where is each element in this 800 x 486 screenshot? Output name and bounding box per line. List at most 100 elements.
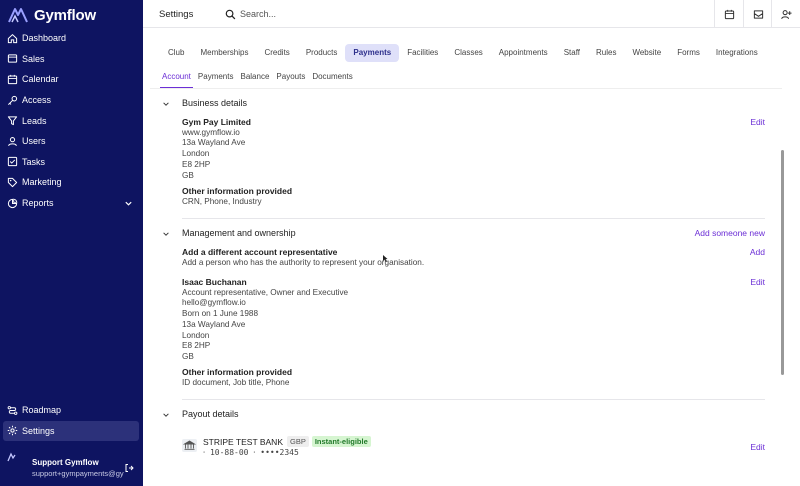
business-street: 13a Wayland Ave (182, 138, 246, 148)
person-role: Account representative, Owner and Execut… (182, 287, 349, 297)
chevron-down-icon[interactable] (162, 230, 170, 238)
edit-business-link[interactable]: Edit (750, 117, 765, 127)
home-icon (7, 33, 18, 44)
currency-badge: GBP (287, 436, 309, 447)
section-title: Business details (182, 98, 248, 108)
scrollbar-thumb[interactable] (781, 150, 784, 375)
other-info-title: Other information provided (182, 367, 293, 377)
edit-payout-link[interactable]: Edit (750, 442, 765, 452)
bank-account-number: ⸱ 10-88-00 ⸱ ••••2345 (203, 448, 299, 457)
tab-classes[interactable]: Classes (446, 44, 490, 62)
add-representative-link[interactable]: Add (750, 247, 765, 257)
filter-icon (7, 115, 18, 126)
users-icon (7, 136, 18, 147)
sidebar-item-sales[interactable]: Sales (0, 49, 143, 70)
key-icon (7, 95, 18, 106)
sidebar-item-calendar[interactable]: Calendar (0, 69, 143, 90)
chevron-down-icon[interactable] (124, 199, 133, 208)
sidebar-item-marketing[interactable]: Marketing (0, 172, 143, 193)
sidebar-item-label: Roadmap (22, 405, 62, 416)
bank-name: STRIPE TEST BANK (203, 436, 283, 447)
inbox-icon (753, 9, 763, 19)
tab-memberships[interactable]: Memberships (192, 44, 256, 62)
subtab-payouts[interactable]: Payouts (274, 70, 307, 88)
calendar-icon (7, 74, 18, 85)
business-postcode: E8 2HP (182, 159, 211, 169)
user-email: support+gympayments@gymflow.io (32, 469, 124, 478)
gear-icon (7, 425, 18, 436)
page-title: Settings (159, 9, 194, 20)
top-bar: Settings (143, 0, 800, 28)
user-name: Support Gymflow (32, 458, 99, 467)
management-header[interactable]: Management and ownership Add someone new (150, 227, 780, 241)
section-title: Management and ownership (182, 228, 296, 238)
calendar-button[interactable] (714, 0, 743, 28)
user-profile[interactable]: Support Gymflow support+gympayments@gymf… (7, 452, 139, 480)
section-divider (182, 399, 765, 400)
other-info-value: CRN, Phone, Industry (182, 196, 262, 206)
logout-icon[interactable] (124, 463, 134, 473)
sidebar-item-label: Tasks (22, 156, 46, 167)
tab-forms[interactable]: Forms (669, 44, 708, 62)
tab-credits[interactable]: Credits (256, 44, 297, 62)
subtab-payments[interactable]: Payments (196, 70, 236, 88)
inbox-button[interactable] (743, 0, 772, 28)
sidebar-item-label: Settings (22, 425, 55, 436)
bank-name-row: STRIPE TEST BANK GBP Instant-eligible (203, 436, 371, 447)
tab-products[interactable]: Products (298, 44, 346, 62)
sidebar-item-label: Sales (22, 53, 45, 64)
tag-icon (7, 177, 18, 188)
sidebar-item-reports[interactable]: Reports (0, 193, 143, 214)
sidebar-item-users[interactable]: Users (0, 131, 143, 152)
other-info-title: Other information provided (182, 186, 293, 196)
brand-logo[interactable]: Gymflow (8, 5, 96, 25)
roadmap-icon (7, 405, 18, 416)
add-someone-new-link[interactable]: Add someone new (695, 228, 765, 238)
tab-staff[interactable]: Staff (556, 44, 588, 62)
chevron-down-icon[interactable] (162, 411, 170, 419)
business-name: Gym Pay Limited (182, 117, 251, 127)
edit-person-link[interactable]: Edit (750, 277, 765, 287)
sidebar-item-leads[interactable]: Leads (0, 110, 143, 131)
tab-payments[interactable]: Payments (345, 44, 400, 62)
sidebar-item-label: Users (22, 136, 46, 147)
person-email: hello@gymflow.io (182, 298, 246, 308)
tab-website[interactable]: Website (624, 44, 669, 62)
sidebar-item-tasks[interactable]: Tasks (0, 152, 143, 173)
tab-integrations[interactable]: Integrations (708, 44, 766, 62)
sidebar-item-label: Access (22, 95, 52, 106)
subtab-documents[interactable]: Documents (310, 70, 354, 88)
person-city: London (182, 330, 210, 340)
tab-appointments[interactable]: Appointments (491, 44, 556, 62)
person-postcode: E8 2HP (182, 341, 211, 351)
bank-account: STRIPE TEST BANK GBP Instant-eligible ⸱ … (182, 435, 767, 457)
search-icon (225, 9, 236, 19)
sidebar-item-label: Leads (22, 115, 47, 126)
tasks-icon (7, 156, 18, 167)
sidebar-item-label: Calendar (22, 74, 59, 85)
business-details-header[interactable]: Business details (150, 97, 780, 111)
user-plus-icon (780, 9, 792, 19)
business-website: www.gymflow.io (182, 127, 240, 137)
add-user-button[interactable] (771, 0, 800, 28)
sidebar-item-dashboard[interactable]: Dashboard (0, 28, 143, 49)
subtab-balance[interactable]: Balance (238, 70, 271, 88)
mouse-cursor-icon (383, 255, 388, 262)
subtab-account[interactable]: Account (160, 70, 193, 88)
search-box[interactable] (225, 6, 360, 22)
tab-rules[interactable]: Rules (588, 44, 624, 62)
tab-club[interactable]: Club (160, 44, 192, 62)
payout-details-header[interactable]: Payout details (150, 408, 780, 422)
person-details: Isaac Buchanan Account representative, O… (182, 277, 348, 363)
gymflow-logo-icon (8, 8, 28, 23)
business-other-info: Other information provided CRN, Phone, I… (182, 186, 292, 207)
person-other-info: Other information provided ID document, … (182, 367, 292, 388)
sidebar-item-settings[interactable]: Settings (3, 420, 139, 442)
sidebar-item-access[interactable]: Access (0, 90, 143, 111)
person-name: Isaac Buchanan (182, 277, 247, 287)
search-input[interactable] (240, 9, 360, 19)
payments-subtabs: Account Payments Balance Payouts Documen… (160, 70, 358, 88)
sidebar-item-roadmap[interactable]: Roadmap (3, 400, 139, 421)
chevron-down-icon[interactable] (162, 100, 170, 108)
tab-facilities[interactable]: Facilities (399, 44, 446, 62)
